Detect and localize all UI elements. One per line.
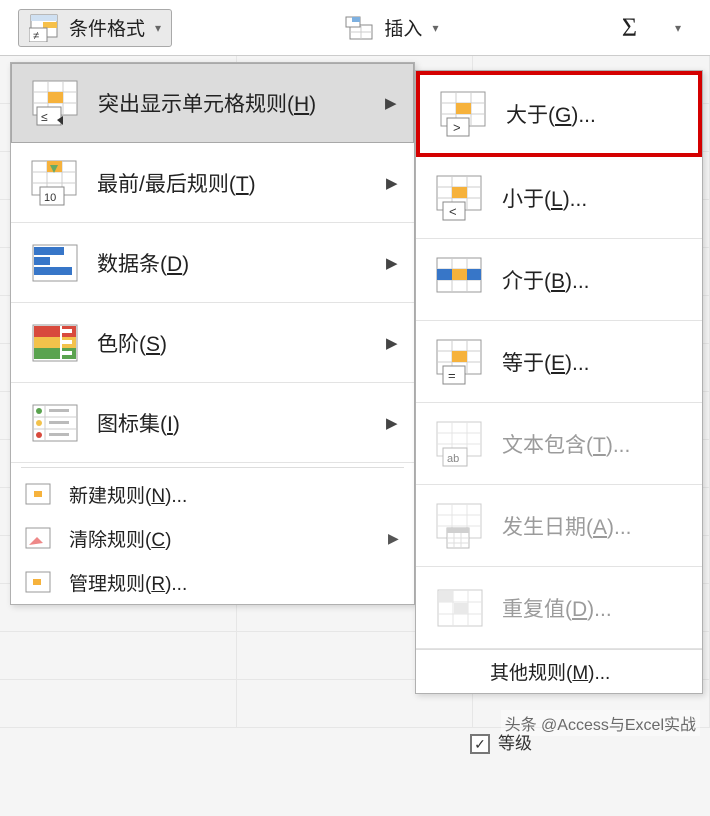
duplicate-values-icon xyxy=(430,580,490,636)
menu-item-label: 文本包含(T)... xyxy=(490,429,692,459)
menu-item-label: 管理规则(R)... xyxy=(69,569,402,596)
menu-item-duplicate-values[interactable]: 重复值(D)... xyxy=(416,567,702,649)
menu-item-label: 突出显示单元格规则(H) xyxy=(86,88,385,118)
date-occurring-icon xyxy=(430,498,490,554)
svg-text:ab: ab xyxy=(447,453,459,465)
new-rule-icon xyxy=(25,483,55,505)
sigma-icon: Σ xyxy=(622,13,637,43)
chevron-down-icon: ▾ xyxy=(432,21,438,35)
menu-item-label: 最前/最后规则(T) xyxy=(85,168,386,198)
submenu-arrow-icon: ▶ xyxy=(388,530,402,547)
menu-item-more-rules[interactable]: 其他规则(M)... xyxy=(416,649,702,693)
menu-item-label: 清除规则(C) xyxy=(69,525,374,552)
clear-rules-icon xyxy=(25,527,55,549)
menu-item-icon-sets[interactable]: 图标集(I) ▶ xyxy=(11,383,414,463)
menu-item-date-occurring[interactable]: 发生日期(A)... xyxy=(416,485,702,567)
less-than-icon: < xyxy=(430,170,490,226)
menu-item-label: 其他规则(M)... xyxy=(430,658,692,685)
menu-item-new-rule[interactable]: 新建规则(N)... xyxy=(11,472,414,516)
menu-item-top-bottom-rules[interactable]: 10 最前/最后规则(T) ▶ xyxy=(11,143,414,223)
submenu-arrow-icon: ▶ xyxy=(386,254,404,272)
menu-item-greater-than[interactable]: > 大于(G)... xyxy=(416,71,702,157)
highlight-cells-submenu: > 大于(G)... < 小于(L)... xyxy=(415,70,703,694)
icon-sets-icon xyxy=(25,395,85,451)
menu-item-label: 色阶(S) xyxy=(85,328,386,358)
svg-text:<: < xyxy=(449,204,457,219)
menu-item-between[interactable]: 介于(B)... xyxy=(416,239,702,321)
menu-item-highlight-cells-rules[interactable]: ≤ 突出显示单元格规则(H) ▶ xyxy=(11,63,414,143)
menu-item-manage-rules[interactable]: 管理规则(R)... xyxy=(11,560,414,604)
chevron-down-icon: ▾ xyxy=(675,21,681,35)
insert-cells-icon xyxy=(344,15,374,41)
menu-item-equal-to[interactable]: = 等于(E)... xyxy=(416,321,702,403)
svg-text:10: 10 xyxy=(44,192,56,204)
between-icon xyxy=(430,252,490,308)
submenu-arrow-icon: ▶ xyxy=(386,414,404,432)
menu-bottom-group: 新建规则(N)... 清除规则(C) ▶ 管理规则(R)... xyxy=(11,467,414,604)
highlight-cells-icon: ≤ xyxy=(26,75,86,131)
top-bottom-icon: 10 xyxy=(25,155,85,211)
submenu-arrow-icon: ▶ xyxy=(386,174,404,192)
conditional-formatting-menu: ≤ 突出显示单元格规则(H) ▶ 10 最前/最后规则(T) ▶ xyxy=(10,62,415,605)
menu-item-label: 小于(L)... xyxy=(490,183,692,213)
text-contains-icon: ab xyxy=(430,416,490,472)
dropdown-check-icon: ✓ xyxy=(470,734,490,754)
cell-value-label: 等级 xyxy=(498,729,532,754)
conditional-formatting-icon: ≠ xyxy=(29,14,59,42)
submenu-arrow-icon: ▶ xyxy=(385,94,403,112)
conditional-formatting-button[interactable]: ≠ 条件格式 ▾ xyxy=(18,9,172,47)
ribbon-toolbar: ≠ 条件格式 ▾ 插入 ▾ Σ ▾ xyxy=(0,0,710,56)
color-scales-icon xyxy=(25,315,85,371)
menu-item-label: 数据条(D) xyxy=(85,248,386,278)
menu-item-label: 大于(G)... xyxy=(494,99,688,129)
menu-item-data-bars[interactable]: 数据条(D) ▶ xyxy=(11,223,414,303)
svg-text:>: > xyxy=(453,120,461,135)
menu-item-label: 图标集(I) xyxy=(85,408,386,438)
menu-item-color-scales[interactable]: 色阶(S) ▶ xyxy=(11,303,414,383)
menu-item-clear-rules[interactable]: 清除规则(C) ▶ xyxy=(11,516,414,560)
menu-item-label: 新建规则(N)... xyxy=(69,481,402,508)
sum-button[interactable]: Σ ▾ xyxy=(611,8,692,48)
menu-item-text-contains[interactable]: ab 文本包含(T)... xyxy=(416,403,702,485)
menu-item-label: 等于(E)... xyxy=(490,347,692,377)
data-bars-icon xyxy=(25,235,85,291)
manage-rules-icon xyxy=(25,571,55,593)
chevron-down-icon: ▾ xyxy=(155,21,161,35)
insert-button[interactable]: 插入 ▾ xyxy=(333,9,449,46)
greater-than-icon: > xyxy=(434,86,494,142)
menu-item-label: 重复值(D)... xyxy=(490,593,692,623)
toolbar-label: 条件格式 xyxy=(69,14,145,41)
menu-item-label: 介于(B)... xyxy=(490,265,692,295)
menu-item-less-than[interactable]: < 小于(L)... xyxy=(416,157,702,239)
menu-item-label: 发生日期(A)... xyxy=(490,511,692,541)
svg-text:≤: ≤ xyxy=(41,110,48,124)
toolbar-label: 插入 xyxy=(384,14,422,41)
svg-text:≠: ≠ xyxy=(33,30,39,42)
svg-text:=: = xyxy=(448,368,456,383)
equal-to-icon: = xyxy=(430,334,490,390)
submenu-arrow-icon: ▶ xyxy=(386,334,404,352)
